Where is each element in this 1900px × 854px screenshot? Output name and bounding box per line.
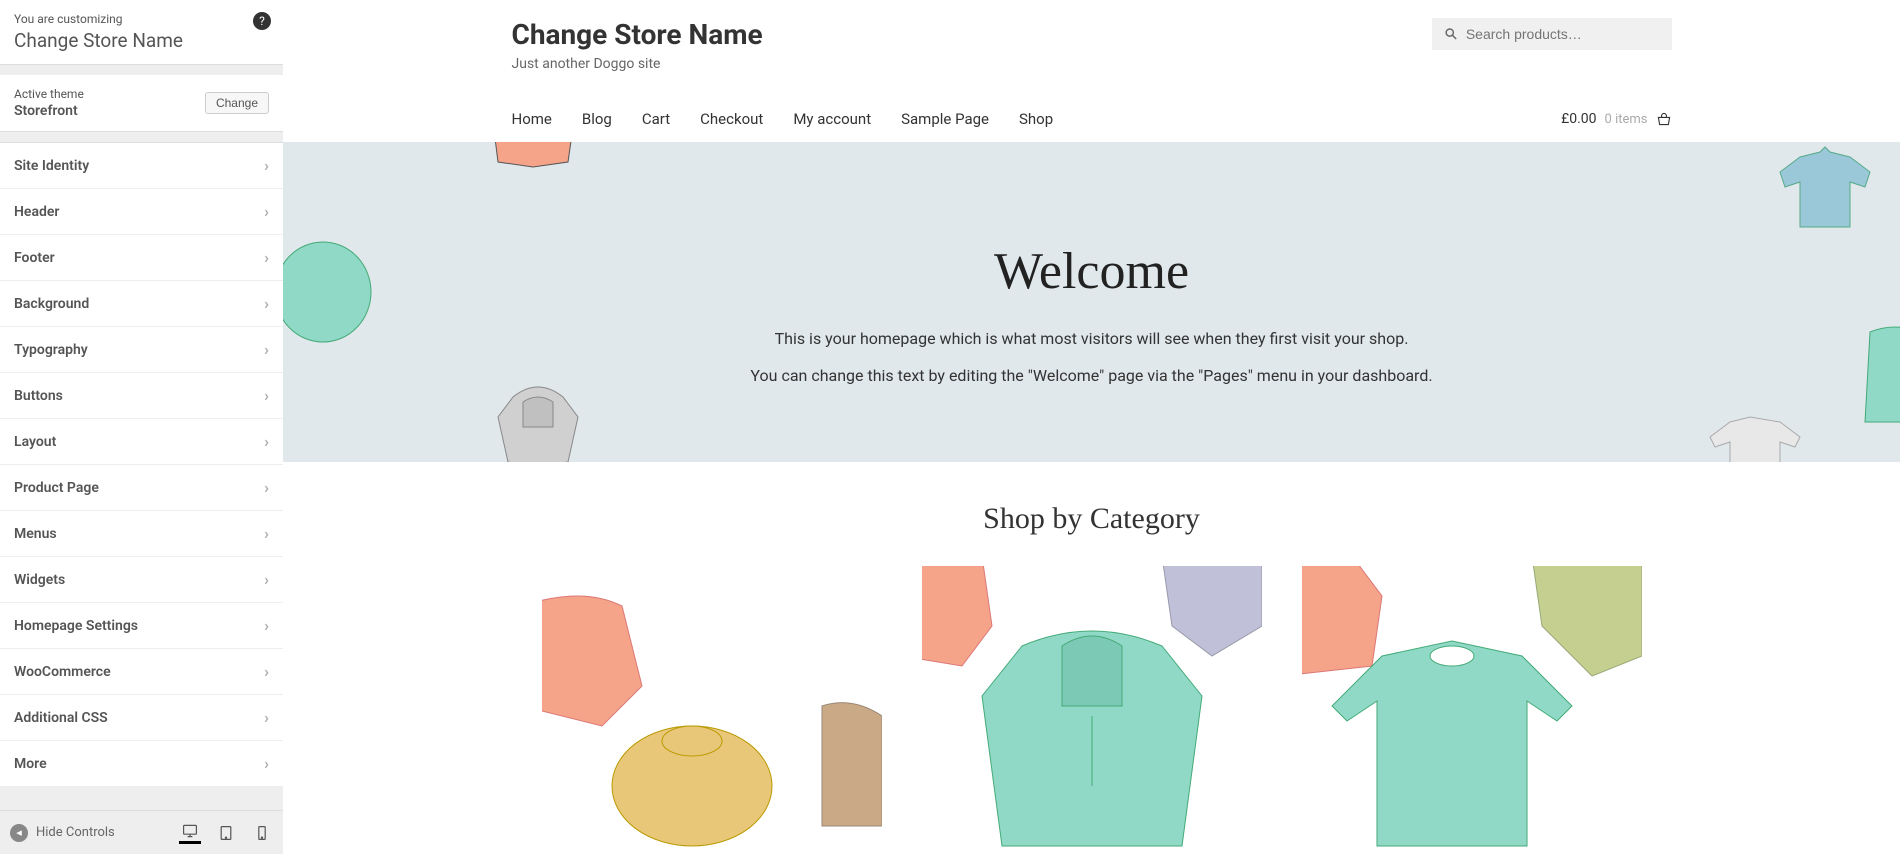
chevron-right-icon: › [264, 524, 269, 543]
primary-nav: Home Blog Cart Checkout My account Sampl… [512, 110, 1054, 128]
chevron-right-icon: › [264, 202, 269, 221]
search-icon [1444, 26, 1458, 42]
panel-homepage-settings[interactable]: Homepage Settings› [0, 603, 283, 649]
active-theme-row: Active theme Storefront Change [0, 75, 283, 132]
chevron-right-icon: › [264, 754, 269, 773]
chevron-right-icon: › [264, 340, 269, 359]
customizer-sidebar: You are customizing Change Store Name ? … [0, 0, 283, 854]
shop-by-category-section: Shop by Category [283, 462, 1900, 854]
search-input[interactable] [1466, 26, 1660, 42]
category-illustration [542, 566, 882, 854]
device-preview-toggle [179, 822, 273, 844]
chevron-right-icon: › [264, 662, 269, 681]
hero-section: Welcome This is your homepage which is w… [283, 142, 1900, 462]
category-illustration [922, 566, 1262, 854]
site-branding: Change Store Name Just another Doggo sit… [512, 18, 763, 72]
chevron-right-icon: › [264, 570, 269, 589]
panel-additional-css[interactable]: Additional CSS› [0, 695, 283, 741]
panel-more[interactable]: More› [0, 741, 283, 787]
cart-total: £0.00 [1561, 111, 1596, 127]
panel-widgets[interactable]: Widgets› [0, 557, 283, 603]
clothing-illustration [483, 142, 583, 172]
chevron-right-icon: › [264, 616, 269, 635]
category-tile[interactable] [922, 566, 1262, 854]
customizer-footer: ◂ Hide Controls [0, 810, 283, 854]
cart-item-count: 0 items [1605, 112, 1648, 127]
product-search[interactable] [1432, 18, 1672, 50]
nav-my-account[interactable]: My account [793, 110, 871, 128]
panel-woocommerce[interactable]: WooCommerce› [0, 649, 283, 695]
site-header: Change Store Name Just another Doggo sit… [452, 0, 1732, 142]
site-title[interactable]: Change Store Name [512, 18, 763, 51]
header-cart-link[interactable]: £0.00 0 items [1561, 111, 1671, 127]
basket-icon [1656, 111, 1672, 127]
change-theme-button[interactable]: Change [205, 92, 269, 114]
category-illustration [1302, 566, 1642, 854]
nav-blog[interactable]: Blog [582, 110, 612, 128]
nav-home[interactable]: Home [512, 110, 552, 128]
tablet-icon[interactable] [215, 822, 237, 844]
panel-site-identity[interactable]: Site Identity› [0, 142, 283, 189]
clothing-illustration [283, 237, 373, 347]
customizer-panel-list: Site Identity› Header› Footer› Backgroun… [0, 142, 283, 810]
desktop-icon[interactable] [179, 822, 201, 844]
chevron-right-icon: › [264, 156, 269, 175]
clothing-illustration [1770, 142, 1880, 237]
customizer-subtitle: You are customizing [14, 12, 269, 26]
help-icon[interactable]: ? [253, 12, 271, 30]
nav-cart[interactable]: Cart [642, 110, 670, 128]
active-theme-name: Storefront [14, 103, 84, 119]
hero-text-1: This is your homepage which is what most… [742, 329, 1442, 348]
collapse-icon: ◂ [10, 824, 28, 842]
panel-menus[interactable]: Menus› [0, 511, 283, 557]
nav-sample-page[interactable]: Sample Page [901, 110, 989, 128]
panel-typography[interactable]: Typography› [0, 327, 283, 373]
category-tile[interactable] [542, 566, 882, 854]
panel-product-page[interactable]: Product Page› [0, 465, 283, 511]
nav-checkout[interactable]: Checkout [700, 110, 763, 128]
category-tile[interactable] [1302, 566, 1642, 854]
panel-background[interactable]: Background› [0, 281, 283, 327]
active-theme-label: Active theme [14, 87, 84, 101]
panel-footer[interactable]: Footer› [0, 235, 283, 281]
chevron-right-icon: › [264, 248, 269, 267]
chevron-right-icon: › [264, 432, 269, 451]
hero-title: Welcome [283, 242, 1900, 301]
hero-text-2: You can change this text by editing the … [742, 366, 1442, 385]
panel-buttons[interactable]: Buttons› [0, 373, 283, 419]
panel-header[interactable]: Header› [0, 189, 283, 235]
clothing-illustration [483, 377, 593, 462]
chevron-right-icon: › [264, 478, 269, 497]
mobile-icon[interactable] [251, 822, 273, 844]
site-preview: Change Store Name Just another Doggo sit… [283, 0, 1900, 854]
category-section-title: Shop by Category [283, 502, 1900, 536]
nav-shop[interactable]: Shop [1019, 110, 1053, 128]
site-tagline: Just another Doggo site [512, 56, 763, 72]
clothing-illustration [1860, 322, 1900, 432]
customizer-title: Change Store Name [14, 29, 269, 52]
chevron-right-icon: › [264, 386, 269, 405]
panel-layout[interactable]: Layout› [0, 419, 283, 465]
chevron-right-icon: › [264, 294, 269, 313]
clothing-illustration [1700, 407, 1810, 462]
hide-controls-button[interactable]: ◂ Hide Controls [10, 824, 115, 842]
chevron-right-icon: › [264, 708, 269, 727]
customizer-header: You are customizing Change Store Name ? [0, 0, 283, 65]
